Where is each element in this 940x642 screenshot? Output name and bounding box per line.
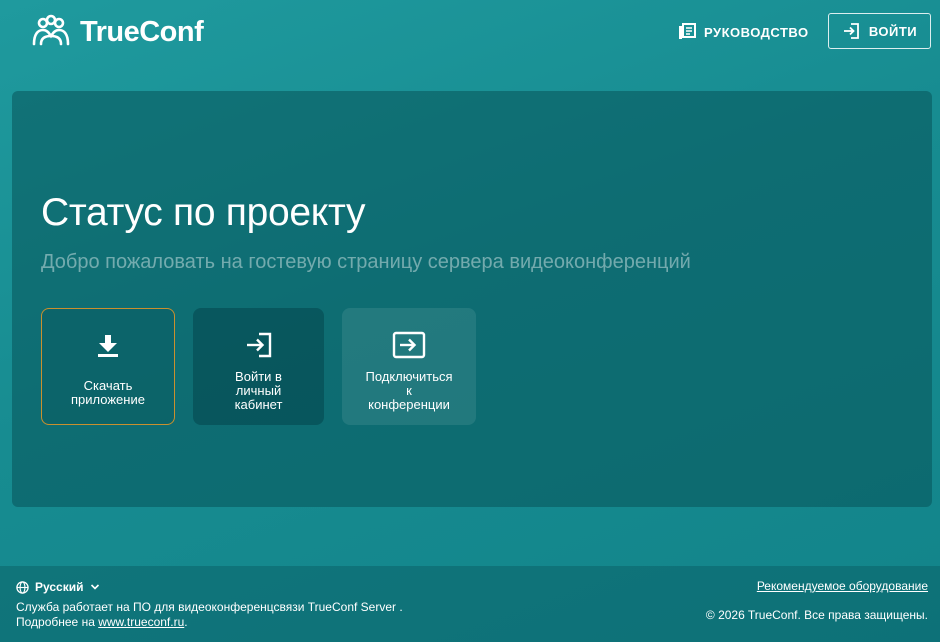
language-select[interactable]: Русский [16,580,100,594]
trueconf-logo-icon [32,14,70,46]
page-title: Статус по проекту [41,191,366,234]
login-button[interactable]: ВОЙТИ [828,13,931,49]
footer-info: Служба работает на ПО для видеоконференц… [16,600,403,630]
join-conference-tile[interactable]: Подключиться к конференции [342,308,476,425]
globe-icon [16,580,29,594]
personal-cabinet-tile[interactable]: Войти в личный кабинет [193,308,324,425]
recommended-equipment-link[interactable]: Рекомендуемое оборудование [757,579,928,593]
personal-cabinet-label: Войти в личный кабинет [234,369,283,412]
language-label: Русский [35,580,84,594]
main-panel: Статус по проекту Добро пожаловать на го… [12,91,932,507]
download-app-label: Скачать приложение [71,378,145,407]
download-app-tile[interactable]: Скачать приложение [41,308,175,425]
page-subtitle: Добро пожаловать на гостевую страницу се… [41,251,691,273]
login-icon [843,23,859,39]
guide-link[interactable]: РУКОВОДСТВО [678,20,809,44]
join-conference-icon [392,331,426,359]
join-conference-label: Подключиться к конференции [365,369,453,412]
login-icon [246,332,271,358]
copyright: © 2026 TrueConf. Все права защищены. [705,608,928,622]
trueconf-logo[interactable]: TrueConf [30,14,204,50]
more-info-line: Подробнее на www.trueconf.ru. [16,615,188,629]
header: TrueConf РУКОВОДСТВО ВОЙТИ [0,0,940,66]
book-icon [679,23,696,39]
logo-text: TrueConf [80,15,204,48]
download-icon [98,335,118,357]
action-tiles: Скачать приложение Войти в личный кабине… [41,308,476,425]
service-text: Служба работает на ПО для видеоконференц… [16,600,403,614]
chevron-down-icon [90,584,99,590]
guide-label: РУКОВОДСТВО [704,24,809,40]
trueconf-site-link[interactable]: www.trueconf.ru [98,615,184,629]
footer: Русский Служба работает на ПО для видеок… [0,566,940,642]
login-label: ВОЙТИ [868,23,918,39]
